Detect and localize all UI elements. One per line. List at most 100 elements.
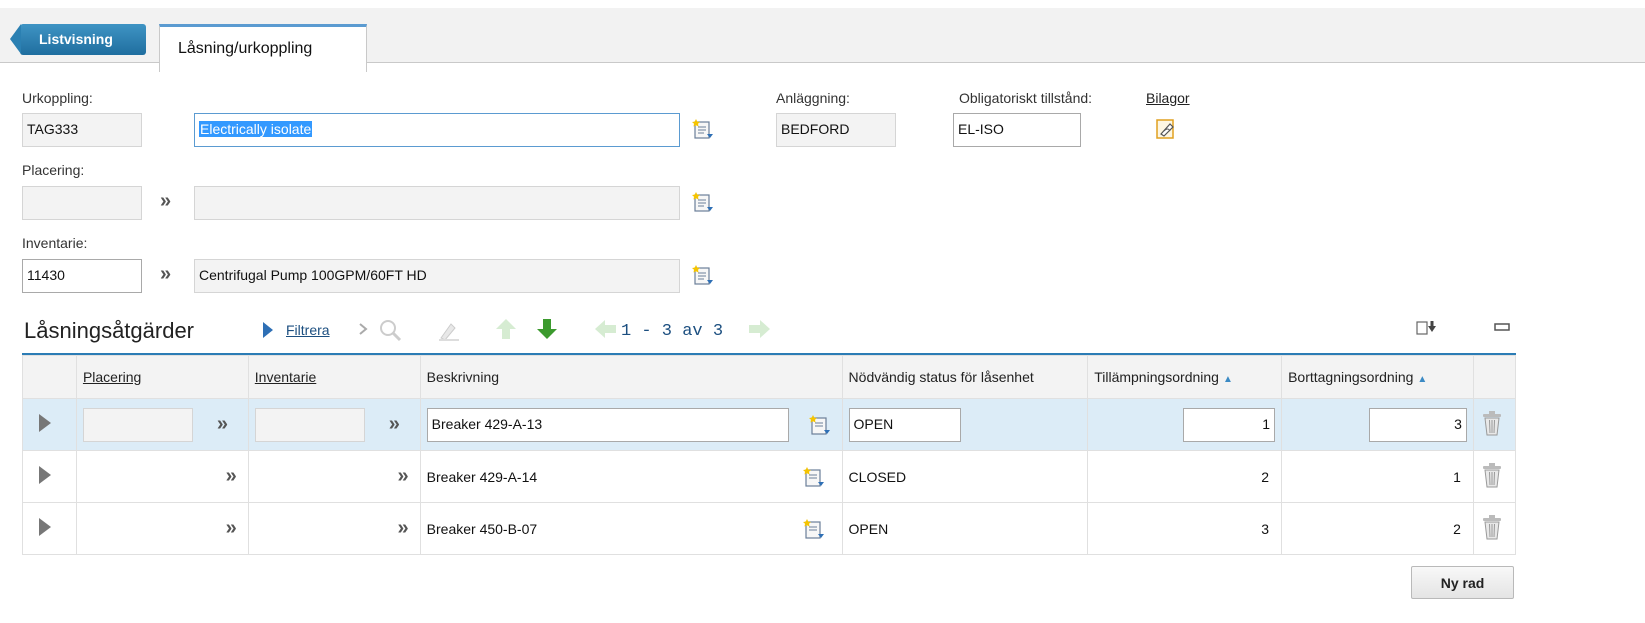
inventarie-lookup-icon[interactable]: » (160, 263, 171, 286)
row-beskrivning-text: Breaker 429-A-14 (426, 468, 538, 485)
sort-icon: ▲ (1417, 374, 1428, 385)
header-delete (1472, 355, 1517, 399)
urkoppling-label: Urkoppling: (22, 90, 93, 106)
previous-page-icon[interactable] (594, 319, 618, 339)
inventarie-cell: » (247, 450, 421, 503)
new-row-button[interactable]: Ny rad (1411, 566, 1514, 599)
header-borttagning[interactable]: Borttagningsordning ▲ (1281, 355, 1474, 399)
header-inventarie-label: Inventarie (254, 369, 317, 385)
row-expand-icon[interactable] (39, 518, 51, 536)
row-beskrivning-text: Breaker 450-B-07 (426, 520, 538, 537)
row-inventarie-lookup-icon[interactable]: » (398, 465, 409, 487)
row-expand-icon[interactable] (39, 466, 51, 484)
move-up-icon[interactable] (495, 317, 517, 341)
row-expand-cell[interactable] (22, 450, 77, 503)
row-borttagning-input[interactable]: 3 (1368, 407, 1467, 442)
chevron-right-icon (359, 323, 368, 335)
move-down-icon[interactable] (536, 317, 558, 341)
clear-filter-icon[interactable] (437, 318, 461, 342)
row-expand-cell[interactable] (22, 502, 77, 555)
search-icon[interactable] (378, 318, 402, 342)
tillampning-cell: 1 (1087, 398, 1283, 451)
tillstand-input[interactable]: EL-ISO (953, 113, 1081, 147)
placering-lookup-icon[interactable]: » (160, 190, 171, 213)
lockout-actions-table: Placering Inventarie Beskrivning Nödvänd… (22, 355, 1517, 555)
status-cell: CLOSED (841, 450, 1089, 503)
row-expand-cell[interactable] (22, 398, 77, 451)
trash-icon[interactable] (1480, 461, 1504, 489)
delete-cell (1472, 450, 1517, 503)
beskrivning-cell: Breaker 450-B-07 (419, 502, 843, 555)
delete-cell (1472, 398, 1517, 451)
inventarie-long-description-icon[interactable] (692, 264, 714, 286)
header-tillampning-label: Tillämpningsordning (1094, 369, 1219, 385)
header-select (22, 355, 77, 399)
anlaggning-field: BEDFORD (776, 113, 896, 147)
row-long-description-icon[interactable] (808, 414, 831, 436)
delete-cell (1472, 502, 1517, 555)
row-placering-lookup-icon[interactable]: » (217, 413, 228, 435)
placering-cell: » (75, 450, 249, 503)
pager-text: 1 - 3 av 3 (621, 322, 724, 341)
borttagning-cell: 2 (1281, 502, 1474, 555)
row-tillampning-input[interactable]: 1 (1183, 407, 1276, 442)
inventarie-label: Inventarie: (22, 235, 88, 251)
header-status: Nödvändig status för låsenhet (841, 355, 1089, 399)
header-beskrivning: Beskrivning (419, 355, 843, 399)
trash-icon[interactable] (1480, 409, 1504, 437)
row-placering-field (82, 407, 193, 442)
description-input[interactable]: Electrically isolate (194, 113, 680, 147)
tab-bar: Listvisning Låsning/urkoppling (0, 8, 1645, 72)
placering-field (22, 186, 142, 220)
row-status-input[interactable]: OPEN (848, 407, 961, 442)
tillampning-cell: 3 (1087, 502, 1283, 555)
inventarie-cell: » (247, 398, 421, 451)
next-page-icon[interactable] (747, 319, 771, 339)
header-borttagning-label: Borttagningsordning (1288, 369, 1414, 385)
back-to-list-tab[interactable]: Listvisning (10, 24, 146, 55)
row-placering-lookup-icon[interactable]: » (226, 517, 237, 539)
sort-icon: ▲ (1222, 374, 1233, 385)
row-long-description-icon[interactable] (802, 518, 825, 540)
long-description-icon[interactable] (692, 118, 714, 140)
placering-cell: » (75, 398, 249, 451)
header-placering-label: Placering (82, 369, 142, 385)
download-icon[interactable] (1416, 320, 1438, 338)
collapse-icon[interactable] (1494, 322, 1510, 332)
row-inventarie-field (254, 407, 365, 442)
inventarie-description-field: Centrifugal Pump 100GPM/60FT HD (194, 259, 680, 293)
header-inventarie[interactable]: Inventarie (247, 355, 421, 399)
filter-link[interactable]: Filtrera (286, 322, 330, 338)
trash-icon[interactable] (1480, 513, 1504, 541)
urkoppling-field: TAG333 (22, 113, 142, 147)
row-inventarie-lookup-icon[interactable]: » (389, 413, 400, 435)
table-row[interactable]: » » Breaker 429-A-13 OPEN 1 3 (22, 398, 1517, 451)
borttagning-cell: 3 (1281, 398, 1474, 451)
borttagning-cell: 1 (1281, 450, 1474, 503)
filter-expand-icon[interactable] (262, 321, 274, 339)
anlaggning-label: Anläggning: (776, 90, 850, 106)
table-header-row: Placering Inventarie Beskrivning Nödvänd… (22, 355, 1517, 399)
row-expand-icon[interactable] (39, 414, 51, 432)
bilagor-link[interactable]: Bilagor (1146, 90, 1190, 106)
tillampning-cell: 2 (1087, 450, 1283, 503)
attachment-edit-icon[interactable] (1155, 118, 1177, 140)
table-row[interactable]: » » Breaker 429-A-14 CLOSED 2 1 (22, 450, 1517, 503)
row-beskrivning-input[interactable]: Breaker 429-A-13 (426, 407, 789, 442)
status-cell: OPEN (841, 398, 1089, 451)
row-placering-lookup-icon[interactable]: » (226, 465, 237, 487)
row-inventarie-lookup-icon[interactable]: » (398, 517, 409, 539)
placering-long-description-icon[interactable] (692, 191, 714, 213)
tab-lockout[interactable]: Låsning/urkoppling (159, 24, 367, 72)
header-tillampning[interactable]: Tillämpningsordning ▲ (1087, 355, 1283, 399)
description-text: Electrically isolate (199, 121, 313, 137)
inventarie-cell: » (247, 502, 421, 555)
section-title: Låsningsåtgärder (24, 318, 195, 343)
placering-cell: » (75, 502, 249, 555)
placering-label: Placering: (22, 162, 85, 178)
table-row[interactable]: » » Breaker 450-B-07 OPEN 3 2 (22, 502, 1517, 555)
status-cell: OPEN (841, 502, 1089, 555)
header-placering[interactable]: Placering (75, 355, 249, 399)
row-long-description-icon[interactable] (802, 466, 825, 488)
inventarie-input[interactable]: 11430 (22, 259, 142, 293)
